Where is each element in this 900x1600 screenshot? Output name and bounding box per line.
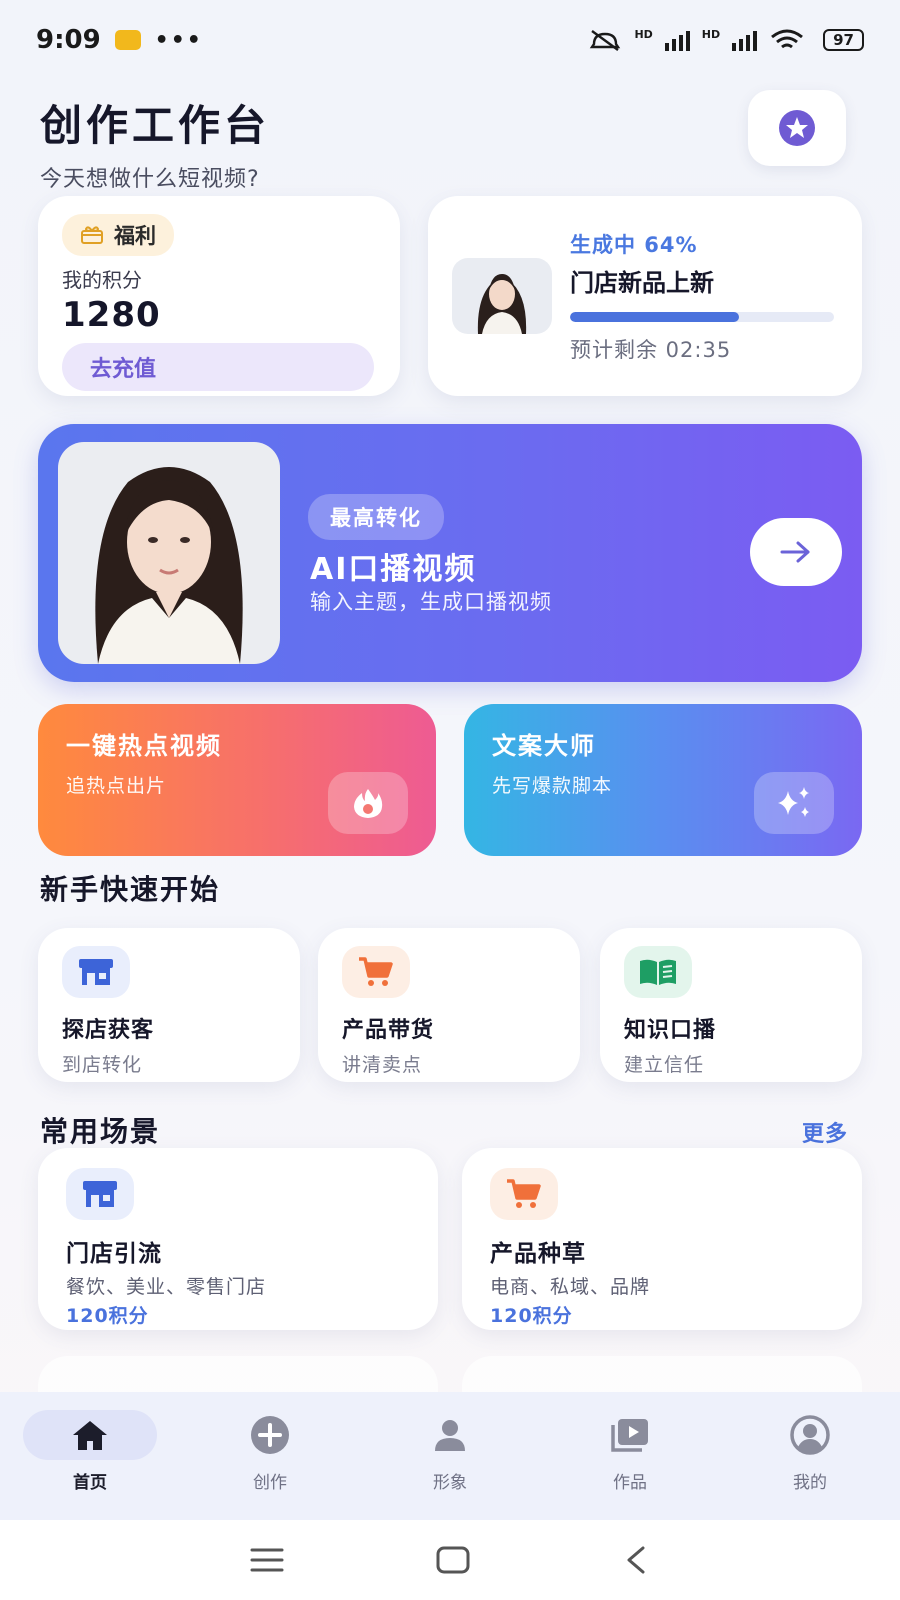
home-square-icon[interactable] xyxy=(435,1545,471,1575)
gift-icon xyxy=(81,226,103,244)
back-icon[interactable] xyxy=(621,1545,651,1575)
quick-start-item-store-visit[interactable]: 探店获客 到店转化 xyxy=(38,928,300,1082)
quick-start-item-knowledge-talk[interactable]: 知识口播 建立信任 xyxy=(600,928,862,1082)
ai-talking-video-banner[interactable]: 最高转化 AI口播视频 输入主题，生成口播视频 xyxy=(38,424,862,682)
generation-progress-card[interactable]: 生成中 64% 门店新品上新 预计剩余 02:35 xyxy=(428,196,862,396)
quick-start-title: 探店获客 xyxy=(62,1018,155,1043)
scene-description: 电商、私域、品牌 xyxy=(490,1276,651,1298)
tab-label: 形象 xyxy=(433,1473,467,1493)
hd-label: HD xyxy=(701,28,721,41)
points-value: 1280 xyxy=(62,295,161,335)
tab-label: 创作 xyxy=(253,1473,287,1493)
system-nav-bar xyxy=(0,1520,900,1600)
progress-status: 生成中 64% xyxy=(570,232,698,257)
tab-label: 作品 xyxy=(613,1473,647,1493)
video-library-icon xyxy=(611,1419,648,1452)
wifi-icon xyxy=(771,29,804,49)
hero-description: 输入主题，生成口播视频 xyxy=(310,590,552,614)
sparkles-icon xyxy=(754,772,834,834)
scene-description: 餐饮、美业、零售门店 xyxy=(66,1276,267,1298)
scene-cost: 120积分 xyxy=(66,1305,149,1327)
feature-title: 文案大师 xyxy=(492,732,596,760)
scene-item-store-traffic[interactable]: 门店引流 餐饮、美业、零售门店 120积分 xyxy=(38,1148,438,1330)
recharge-button[interactable]: 去充值 xyxy=(62,343,374,391)
battery-icon: 97 xyxy=(823,29,864,51)
tab-label: 首页 xyxy=(73,1473,107,1493)
presenter-photo xyxy=(58,442,280,664)
scene-cost: 120积分 xyxy=(490,1305,573,1327)
store-icon xyxy=(66,1168,134,1220)
quick-start-title: 产品带货 xyxy=(342,1018,435,1043)
quick-start-description: 建立信任 xyxy=(624,1054,705,1076)
tab-create[interactable]: 创作 xyxy=(180,1410,360,1493)
hero-tag: 最高转化 xyxy=(308,494,444,540)
plus-circle-icon xyxy=(251,1416,289,1454)
copywriting-master-card[interactable]: 文案大师 先写爆款脚本 xyxy=(464,704,862,856)
quick-start-description: 到店转化 xyxy=(62,1054,143,1076)
arrow-right-icon xyxy=(780,541,810,563)
scenes-more-link[interactable]: 更多 xyxy=(802,1116,848,1148)
hero-title: AI口播视频 xyxy=(310,552,477,587)
scenes-section-title: 常用场景 xyxy=(40,1115,161,1148)
tab-avatar[interactable]: 形象 xyxy=(360,1410,540,1493)
status-time: 9:09 xyxy=(36,25,101,55)
progress-title: 门店新品上新 xyxy=(570,268,714,297)
notification-app-icon xyxy=(114,30,141,50)
tab-profile[interactable]: 我的 xyxy=(720,1410,900,1493)
progress-bar-fill xyxy=(570,311,739,322)
page-subtitle: 今天想做什么短视频? xyxy=(40,167,260,192)
scene-item-product-seeding[interactable]: 产品种草 电商、私域、品牌 120积分 xyxy=(462,1148,862,1330)
hd-label: HD xyxy=(634,28,653,41)
quick-start-description: 讲清卖点 xyxy=(342,1054,423,1076)
cart-icon xyxy=(490,1168,558,1220)
person-icon xyxy=(435,1420,465,1451)
tab-works[interactable]: 作品 xyxy=(540,1410,720,1493)
store-icon xyxy=(62,946,130,998)
scene-title: 产品种草 xyxy=(490,1241,586,1267)
signal-icon xyxy=(664,29,690,51)
flame-icon xyxy=(328,772,408,834)
hero-go-button[interactable] xyxy=(750,518,842,586)
quick-start-title: 知识口播 xyxy=(624,1018,717,1043)
favorites-button[interactable] xyxy=(748,90,846,166)
menu-icon[interactable] xyxy=(249,1545,285,1575)
points-label: 我的积分 xyxy=(62,268,142,292)
cart-icon xyxy=(342,946,410,998)
signal-icon xyxy=(732,29,758,51)
welfare-badge[interactable]: 福利 xyxy=(62,214,174,256)
header: 创作工作台 今天想做什么短视频? xyxy=(40,92,270,193)
more-notifications-icon: ••• xyxy=(154,27,203,53)
mute-icon xyxy=(590,30,621,51)
video-thumbnail xyxy=(452,258,552,334)
welfare-badge-label: 福利 xyxy=(114,224,156,248)
page-title: 创作工作台 xyxy=(40,101,271,150)
points-card: 福利 我的积分 1280 去充值 xyxy=(38,196,400,396)
progress-bar xyxy=(570,311,834,322)
book-icon xyxy=(624,946,692,998)
bottom-tab-bar: 首页 创作 形象 作品 我的 xyxy=(0,1392,900,1520)
feature-title: 一键热点视频 xyxy=(66,732,222,760)
hot-topic-video-card[interactable]: 一键热点视频 追热点出片 xyxy=(38,704,436,856)
progress-eta: 预计剩余 02:35 xyxy=(570,337,732,362)
home-icon xyxy=(73,1421,107,1450)
status-bar: 9:09 ••• HD HD 97 xyxy=(0,0,900,80)
tab-label: 我的 xyxy=(793,1473,827,1493)
tab-home[interactable]: 首页 xyxy=(0,1410,180,1493)
quick-start-item-product-sales[interactable]: 产品带货 讲清卖点 xyxy=(318,928,580,1082)
profile-icon xyxy=(790,1415,830,1455)
scene-title: 门店引流 xyxy=(66,1241,162,1267)
star-icon xyxy=(779,110,815,146)
quick-start-section-title: 新手快速开始 xyxy=(40,873,221,906)
